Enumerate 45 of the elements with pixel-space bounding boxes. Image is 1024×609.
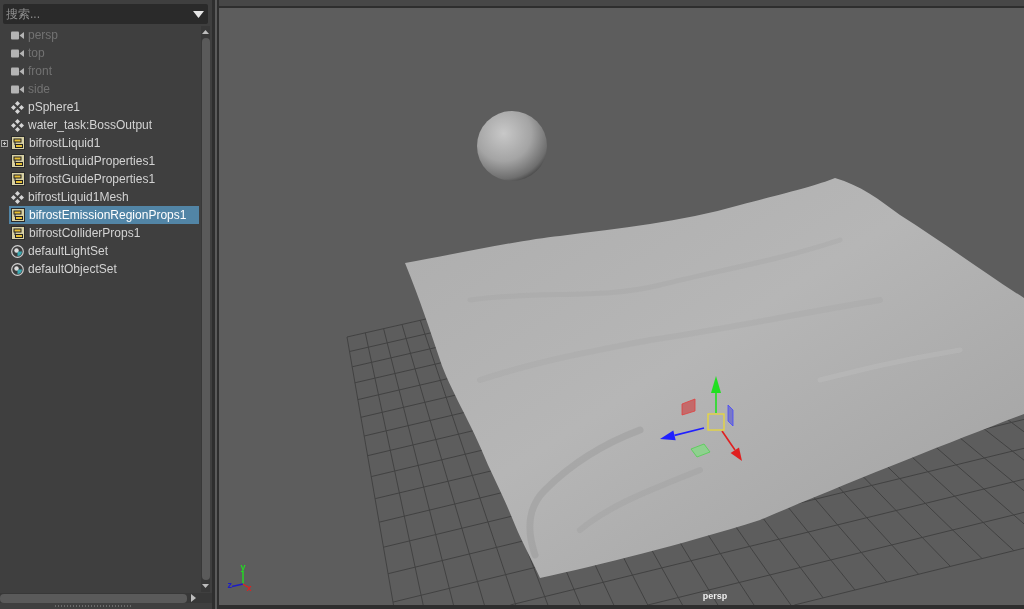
set-icon: [11, 244, 24, 258]
plane-handle[interactable]: [681, 398, 696, 416]
axis-label: z: [227, 580, 232, 590]
camera-label: persp: [702, 591, 728, 601]
node-icon: [11, 208, 25, 222]
scroll-down-icon[interactable]: [202, 584, 209, 588]
outliner-item[interactable]: bifrostGuideProperties1: [9, 170, 199, 188]
diamond-cluster-icon: [11, 100, 24, 114]
axis-label: x: [246, 583, 252, 593]
outliner-item[interactable]: bifrostLiquid1Mesh: [9, 188, 199, 206]
axis-gizmo-icon: [231, 570, 249, 588]
node-icon: [11, 136, 25, 150]
node-icon: [11, 154, 25, 168]
camera-icon: [11, 84, 24, 94]
outliner-item[interactable]: pSphere1: [9, 98, 199, 116]
y-axis-arrow[interactable]: [711, 376, 721, 414]
outliner-item[interactable]: defaultLightSet: [9, 242, 199, 260]
expand-icon[interactable]: [1, 139, 8, 147]
diamond-cluster-icon: [11, 190, 24, 204]
plane-handle[interactable]: [727, 404, 734, 427]
search-field[interactable]: 搜索...: [3, 4, 188, 24]
scroll-right-icon[interactable]: [191, 594, 196, 602]
camera-icon: [11, 66, 24, 76]
outliner-item[interactable]: bifrostLiquid1: [9, 134, 199, 152]
sphere: [477, 111, 547, 181]
diamond-cluster-icon: [11, 118, 24, 132]
node-icon: [11, 172, 25, 186]
camera-icon: [11, 48, 24, 58]
scroll-up-icon[interactable]: [202, 30, 209, 34]
camera-icon: [11, 30, 24, 40]
outliner-item[interactable]: bifrostColliderProps1: [9, 224, 199, 242]
outliner-item[interactable]: water_task:BossOutput: [9, 116, 199, 134]
outliner-item[interactable]: bifrostLiquidProperties1: [9, 152, 199, 170]
center-handle[interactable]: [707, 413, 725, 431]
caret-icon[interactable]: [192, 10, 204, 18]
node-icon: [11, 226, 25, 240]
plane-handle[interactable]: [690, 443, 711, 458]
set-icon: [11, 262, 24, 276]
x-axis-arrow[interactable]: [721, 430, 742, 461]
outliner-item[interactable]: bifrostEmissionRegionProps1: [9, 206, 199, 224]
dropdown-button[interactable]: [188, 4, 208, 24]
axis-label: y: [240, 562, 246, 572]
z-axis-arrow[interactable]: [660, 427, 705, 441]
scrollbar-thumb[interactable]: [0, 593, 187, 603]
outliner-item[interactable]: defaultObjectSet: [9, 260, 199, 278]
